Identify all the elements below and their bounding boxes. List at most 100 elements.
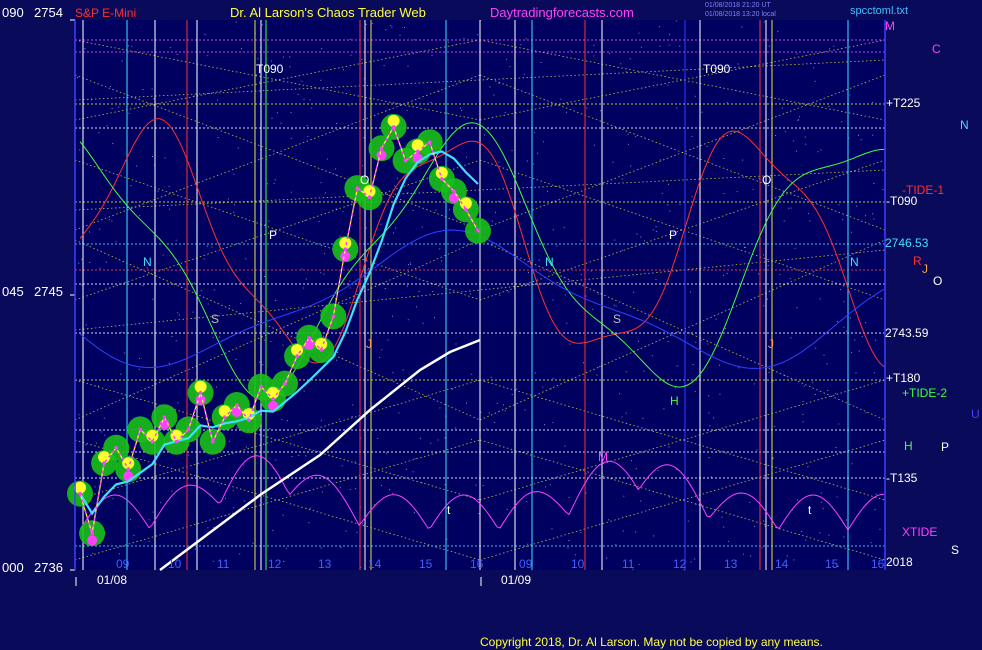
star-dot xyxy=(139,357,140,359)
star-dot xyxy=(738,367,740,369)
star-dot xyxy=(204,34,206,36)
star-dot xyxy=(585,492,587,494)
star-dot xyxy=(638,340,639,342)
star-dot xyxy=(390,25,392,27)
star-dot xyxy=(484,134,486,136)
star-dot xyxy=(112,498,114,500)
star-dot xyxy=(187,101,189,103)
star-dot xyxy=(373,504,375,506)
star-dot xyxy=(651,355,653,357)
star-dot xyxy=(133,534,135,536)
left-axis-price: 2736 xyxy=(34,560,63,575)
star-dot xyxy=(642,417,644,419)
star-dot xyxy=(581,239,583,241)
star-dot xyxy=(849,94,851,96)
star-dot xyxy=(827,390,829,391)
star-dot xyxy=(865,215,866,217)
star-dot xyxy=(813,67,815,69)
price-point xyxy=(295,354,299,358)
star-dot xyxy=(225,497,226,499)
star-dot xyxy=(668,44,670,46)
star-dot xyxy=(349,280,351,282)
planet-label: T090 xyxy=(256,62,284,76)
star-dot xyxy=(207,55,209,57)
star-dot xyxy=(763,305,765,307)
star-dot xyxy=(228,440,230,442)
star-dot xyxy=(655,231,657,232)
star-dot xyxy=(407,285,408,287)
star-dot xyxy=(719,393,721,395)
star-dot xyxy=(298,454,300,456)
star-dot xyxy=(320,547,322,549)
star-dot xyxy=(633,291,635,293)
star-dot xyxy=(309,99,311,101)
star-dot xyxy=(669,33,671,35)
price-point xyxy=(415,149,420,154)
star-dot xyxy=(475,484,477,486)
timestamp-local: 01/08/2018 13:20 local xyxy=(705,11,776,18)
star-dot xyxy=(407,192,409,194)
star-dot xyxy=(872,134,874,136)
timestamp-ut: 01/08/2018 21:20 UT xyxy=(705,2,771,9)
star-dot xyxy=(676,365,678,367)
star-dot xyxy=(362,523,364,525)
star-dot xyxy=(802,414,804,416)
star-dot xyxy=(585,473,587,475)
star-dot xyxy=(860,139,862,141)
star-dot xyxy=(779,274,781,276)
chart-title: Dr. Al Larson's Chaos Trader Web xyxy=(230,5,426,20)
star-dot xyxy=(446,112,448,114)
star-dot xyxy=(694,390,696,392)
star-dot xyxy=(790,207,792,209)
star-dot xyxy=(640,236,642,238)
star-dot xyxy=(444,437,446,439)
star-dot xyxy=(99,228,101,230)
star-dot xyxy=(865,322,867,324)
current-price-label: 2746.53 xyxy=(885,236,929,250)
star-dot xyxy=(657,470,659,472)
star-dot xyxy=(636,233,638,235)
star-dot xyxy=(566,322,568,324)
star-dot xyxy=(823,354,825,356)
price-point xyxy=(174,439,179,444)
star-dot xyxy=(552,299,554,301)
star-dot xyxy=(323,273,325,275)
star-dot xyxy=(835,447,837,448)
star-dot xyxy=(399,34,401,36)
star-dot xyxy=(290,191,292,193)
price-point xyxy=(391,125,396,129)
star-dot xyxy=(219,336,221,338)
star-dot xyxy=(843,326,845,328)
star-dot xyxy=(667,242,669,244)
planet-label: P xyxy=(269,228,277,242)
star-dot xyxy=(142,285,144,286)
star-dot xyxy=(854,339,856,341)
left-axis-degree: 090 xyxy=(2,5,24,20)
star-dot xyxy=(245,258,247,260)
star-dot xyxy=(774,425,776,427)
star-dot xyxy=(727,540,729,542)
star-dot xyxy=(461,109,462,111)
star-dot xyxy=(89,262,91,263)
star-dot xyxy=(744,246,746,248)
price-low-dot xyxy=(448,193,459,204)
star-dot xyxy=(625,371,627,373)
star-dot xyxy=(804,136,806,138)
star-dot xyxy=(321,48,323,50)
star-dot xyxy=(817,151,819,153)
star-dot xyxy=(775,135,777,136)
star-dot xyxy=(551,528,553,530)
star-dot xyxy=(792,140,794,142)
star-dot xyxy=(98,132,100,134)
star-dot xyxy=(790,337,792,339)
star-dot xyxy=(442,269,444,271)
site-name[interactable]: Daytradingforecasts.com xyxy=(490,5,634,20)
star-dot xyxy=(420,437,422,439)
star-dot xyxy=(638,32,640,34)
right-label: O xyxy=(933,274,942,288)
star-dot xyxy=(606,557,608,559)
star-dot xyxy=(763,520,765,522)
star-dot xyxy=(290,112,292,114)
star-dot xyxy=(630,460,632,462)
symbol-label: S&P E-Mini xyxy=(75,6,136,20)
